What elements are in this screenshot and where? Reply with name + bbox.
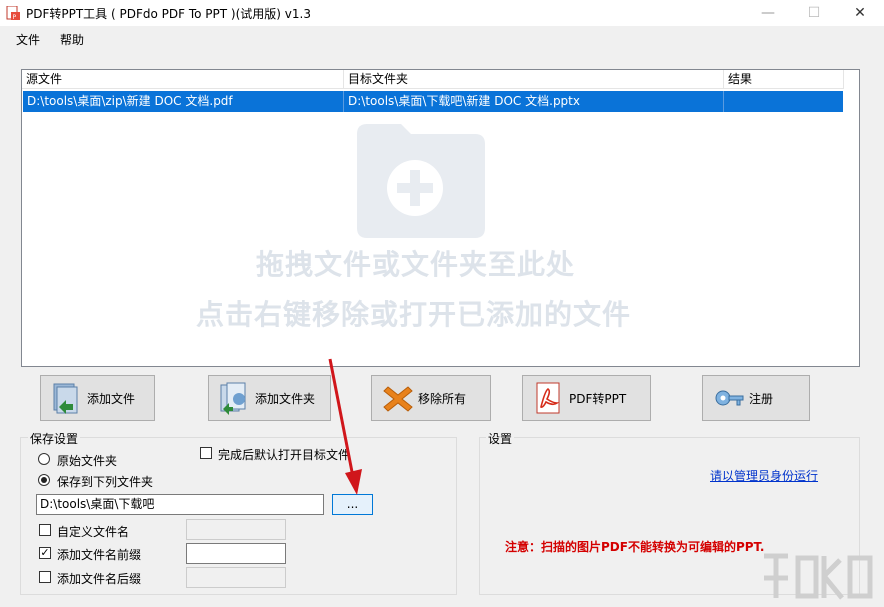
suffix-checkbox[interactable]: [39, 571, 51, 583]
minimize-button[interactable]: —: [745, 0, 791, 26]
menu-file[interactable]: 文件: [16, 31, 40, 48]
column-header-result[interactable]: 结果: [724, 70, 844, 89]
cell-source: D:\tools\桌面\zip\新建 DOC 文档.pdf: [23, 91, 344, 112]
menu-bar: [0, 26, 884, 52]
remove-all-button[interactable]: 移除所有: [371, 375, 491, 421]
suffix-label[interactable]: 添加文件名后缀: [57, 570, 141, 587]
pdf-ppt-icon: [536, 382, 560, 414]
annotation-arrow: [328, 358, 362, 495]
close-icon: ✕: [854, 5, 866, 21]
file-list[interactable]: 源文件 目标文件夹 结果 D:\tools\桌面\zip\新建 DOC 文档.p…: [21, 69, 860, 367]
output-path-input[interactable]: D:\tools\桌面\下载吧: [36, 494, 324, 515]
window-title: PDF转PPT工具 ( PDFdo PDF To PPT )(试用版) v1.3: [26, 7, 311, 21]
cell-target: D:\tools\桌面\下载吧\新建 DOC 文档.pptx: [344, 91, 724, 112]
menu-help[interactable]: 帮助: [60, 31, 84, 48]
column-header-source[interactable]: 源文件: [22, 70, 344, 89]
key-icon: [715, 390, 744, 406]
add-file-icon: [53, 383, 78, 414]
radio-original-folder[interactable]: [38, 453, 50, 465]
app-icon: P: [6, 6, 20, 20]
add-folder-icon: [220, 382, 246, 415]
prefix-checkbox[interactable]: ✓: [39, 547, 51, 559]
drop-hint-line1: 拖拽文件或文件夹至此处: [256, 248, 576, 281]
add-folder-watermark-icon: [357, 124, 485, 238]
table-row[interactable]: D:\tools\桌面\zip\新建 DOC 文档.pdf D:\tools\桌…: [23, 91, 843, 112]
custom-name-checkbox[interactable]: [39, 524, 51, 536]
svg-text:P: P: [13, 14, 17, 20]
suffix-input[interactable]: [186, 567, 286, 588]
drop-hint-line2: 点击右键移除或打开已添加的文件: [196, 298, 632, 331]
convert-pdf-to-ppt-button[interactable]: PDF转PPT: [522, 375, 651, 421]
radio-save-to-folder[interactable]: [38, 474, 50, 486]
close-button[interactable]: ✕: [837, 0, 883, 26]
register-button[interactable]: 注册: [702, 375, 810, 421]
custom-name-input[interactable]: [186, 519, 286, 540]
prefix-input[interactable]: [186, 543, 286, 564]
remove-all-label: 移除所有: [418, 391, 467, 406]
add-file-button[interactable]: 添加文件: [40, 375, 155, 421]
remove-all-icon: [383, 386, 413, 412]
original-folder-label[interactable]: 原始文件夹: [57, 452, 117, 469]
custom-name-label[interactable]: 自定义文件名: [57, 523, 129, 540]
minimize-icon: —: [761, 5, 775, 21]
register-label: 注册: [749, 391, 774, 406]
maximize-button[interactable]: ☐: [791, 0, 837, 26]
prefix-label[interactable]: 添加文件名前缀: [57, 546, 141, 563]
save-to-folder-label[interactable]: 保存到下列文件夹: [57, 473, 153, 490]
convert-label: PDF转PPT: [569, 391, 627, 406]
add-folder-button[interactable]: 添加文件夹: [208, 375, 331, 421]
column-header-target[interactable]: 目标文件夹: [344, 70, 724, 89]
site-watermark-logo: [764, 553, 873, 600]
settings-title: 设置: [486, 430, 515, 447]
cell-result: [724, 91, 843, 112]
notice-text: 注意：扫描的图片PDF不能转换为可编辑的PPT.: [505, 540, 765, 554]
save-settings-title: 保存设置: [28, 430, 81, 447]
admin-run-link[interactable]: 请以管理员身份运行: [710, 467, 818, 484]
add-folder-label: 添加文件夹: [255, 391, 316, 406]
add-file-label: 添加文件: [87, 391, 136, 406]
open-after-checkbox[interactable]: [200, 447, 212, 459]
maximize-icon: ☐: [807, 5, 821, 21]
